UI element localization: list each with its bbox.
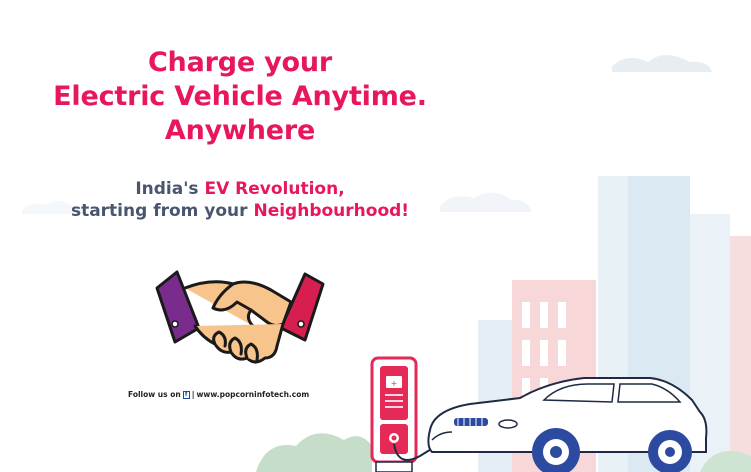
headline-line-3: Anywhere: [164, 115, 316, 146]
cloud-icon: [440, 192, 532, 212]
tagline-accent: EV Revolution,: [204, 179, 345, 199]
tagline-line-2: starting from your Neighbourhood!: [40, 200, 440, 222]
left-cuff: [155, 270, 201, 344]
svg-text:+: +: [391, 379, 398, 388]
website-link[interactable]: www.popcorninfotech.com: [196, 390, 309, 399]
electric-car-icon: [427, 377, 708, 472]
follow-label: Follow us on: [128, 390, 181, 399]
tagline-text: starting from your: [70, 201, 254, 221]
facebook-icon[interactable]: f: [182, 390, 190, 399]
headline-line-2: Electric Vehicle Anytime.: [53, 81, 427, 112]
hands: [183, 280, 293, 364]
bush-left: [256, 433, 372, 472]
headline: Charge your Electric Vehicle Anytime. An…: [40, 46, 440, 148]
charging-station-icon: +: [370, 356, 447, 472]
tagline-line-1: India's EV Revolution,: [40, 178, 440, 200]
handshake-icon: [155, 270, 325, 364]
separator: |: [191, 390, 195, 399]
cloud-icon: [612, 55, 712, 72]
follow-us-line: Follow us on f | www.popcorninfotech.com: [128, 390, 358, 399]
tagline: India's EV Revolution, starting from you…: [40, 178, 440, 222]
ev-charging-poster: + Charge your Electric Vehicle Anytime. …: [0, 0, 751, 472]
tagline-text: India's: [135, 179, 205, 199]
tagline-accent: Neighbourhood!: [253, 201, 410, 221]
headline-line-1: Charge your: [147, 47, 333, 78]
